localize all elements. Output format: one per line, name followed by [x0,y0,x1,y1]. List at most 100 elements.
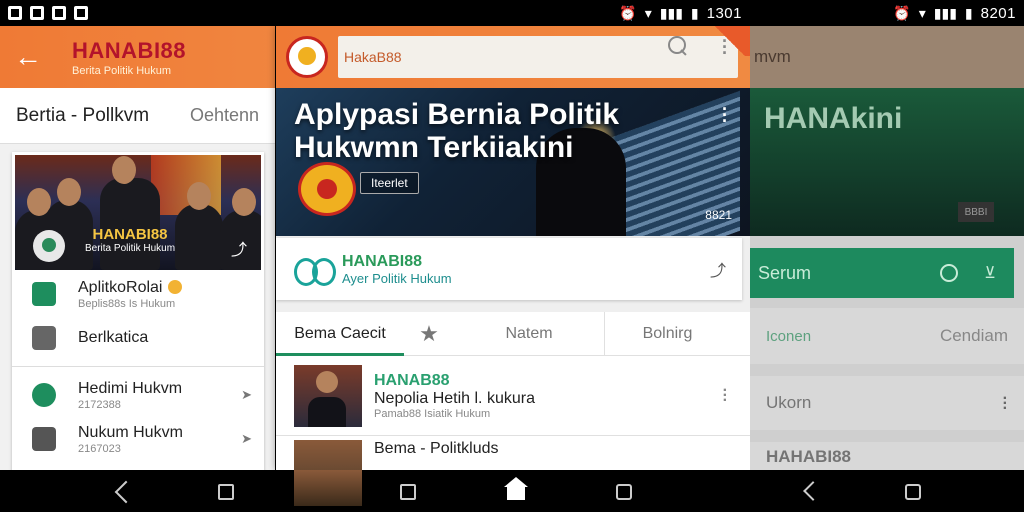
app-header: ← HANABI88 Berita Politik Hukum [0,26,275,88]
notification-icon [30,6,44,20]
status-time: 1301 [706,4,742,22]
tab-berita[interactable]: Bema Caecit [276,312,404,356]
tab-bolnirg[interactable]: Bolnirg [605,312,730,356]
nav-home-icon[interactable] [504,477,528,500]
person-figure [100,156,160,270]
battery-icon: ▮ [964,4,973,21]
chevron-icon[interactable]: ➤ [241,387,252,403]
divider [12,366,264,367]
news-thumbnail [294,440,362,470]
signal-icon: ▮▮▮ [933,4,957,21]
status-bar-right: ⏰ ▾ ▮▮▮ ▮ 8201 [750,0,1024,26]
search-icon[interactable] [940,264,958,282]
channel-name: HANABI88 [342,252,423,270]
alarm-icon: ⏰ [619,4,637,21]
bag-icon [32,282,56,306]
brand-logo: HANABI88 Berita Politik Hukum [72,38,186,77]
hero-banner[interactable]: HANAkini BBBI [750,88,1024,236]
back-arrow-icon[interactable]: ← [14,41,54,73]
list-item[interactable]: Berlkatica [12,316,264,360]
search-icon[interactable] [668,36,688,56]
chevron-icon[interactable]: ➤ [241,431,252,447]
nav-overview-icon[interactable] [400,484,416,500]
brand-subtitle: Berita Politik Hukum [72,64,172,77]
news-thumbnail [294,470,362,506]
hero-title: HANAkini [764,102,903,135]
list-item-title: Berlkatica [78,329,149,346]
list-item[interactable]: Hedimi Hukvm 2172388 ➤ [12,373,264,417]
list-item-subtitle: 2172388 [78,398,121,411]
left-panel: ← HANABI88 Berita Politik Hukum Bertia -… [0,26,275,470]
news-title: Nepolia Hetih l. kukura [374,389,535,407]
channel-subtitle: Ayer Politik Hukum [342,270,452,286]
row-label: Ukorn [766,393,812,412]
nav-recent-icon[interactable] [905,484,921,500]
hero-caption: HANABI88 Berita Politik Hukum [85,226,175,254]
list-item[interactable]: Ukorn · · · [750,376,1024,430]
nav-recent-icon[interactable] [616,484,632,500]
star-icon[interactable]: ★ [404,312,454,356]
news-item[interactable]: HANAB88 Nepolia Hetih l. kukura Pamab88 … [276,356,750,436]
list-item[interactable]: Iconen Cendiam [750,308,1024,364]
document-icon [32,427,56,451]
header-text: mvm [754,47,791,66]
search-bar-text: Serum [758,262,812,283]
avatar [33,230,65,262]
hero-tag-button[interactable]: Iteerlet [360,172,419,194]
list-item-title-text: AplitkoRolai [78,278,163,296]
nav-back-icon[interactable] [114,480,138,504]
channel-logo-icon [294,256,336,286]
doc-check-icon [32,326,56,350]
wifi-icon: ▾ [918,4,926,21]
center-panel: HakaB88 ··· Aplypasi Bernia Politik Hukw… [276,26,750,470]
tab-natem[interactable]: Natem [454,312,604,356]
news-title: Bema - Politkluds [374,440,499,457]
search-bar[interactable]: Serum ⊻ [750,248,1014,298]
news-feed: HANAB88 Nepolia Hetih l. kukura Pamab88 … [276,356,750,470]
overflow-menu-icon[interactable]: ··· [1003,390,1008,416]
hero-brand: HANABI88 [92,226,168,243]
list-item[interactable]: Nukum Hukvm 2167023 ➤ [12,417,264,461]
hero-button[interactable]: BBBI [958,202,994,222]
news-meta: Pamab88 Isiatik Hukum [374,407,491,420]
status-bar-left: ⏰ ▾ ▮▮▮ ▮ 1301 [0,0,750,26]
status-time: 8201 [980,4,1016,22]
hero-image[interactable]: HANABI88 Berita Politik Hukum ⤴ [15,155,261,270]
right-panel: mvm HANAkini BBBI Serum ⊻ Iconen Cendiam… [750,26,1024,470]
filter-icon[interactable]: ⊻ [984,263,996,283]
news-card: HANABI88 Berita Politik Hukum ⤴ AplitkoR… [12,152,264,470]
channel-card[interactable]: HANABI88 Ayer Politik Hukum ⤴ [276,238,742,300]
overflow-menu-icon[interactable]: ··· [723,383,728,409]
hero-banner[interactable]: Aplypasi Bernia Politik Hukwmn Terkiiaki… [276,88,750,236]
tab-bar: Bema Caecit ★ Natem Bolnirg [276,311,750,356]
battery-icon: ▮ [690,4,699,21]
share-icon[interactable]: ⤴ [710,257,726,281]
wifi-icon: ▾ [644,4,652,21]
badge-icon [168,280,183,295]
app-header: mvm [750,26,1024,88]
person-figure [175,182,223,270]
list-item[interactable]: HAHABI88 [750,442,1024,470]
signal-icon: ▮▮▮ [659,4,683,21]
notification-icon [52,6,66,20]
list-item-subtitle: 2167023 [78,442,121,455]
phone-icon [32,383,56,407]
alarm-icon: ⏰ [893,4,911,21]
list-item-title: Hedimi Hukvm [78,379,183,397]
list-item-title: AplitkoRolai [78,278,183,297]
brand-title: HANABI88 [72,37,187,63]
news-item[interactable]: Bema - Politkluds [276,436,750,470]
hero-count: 8821 [705,208,732,222]
notification-icon [8,6,22,20]
nav-overview-icon[interactable] [218,484,234,500]
list-item[interactable]: AplitkoRolai Beplis88s Is Hukum [12,272,264,316]
emblem-logo-icon[interactable] [286,36,328,78]
section-action-button[interactable]: Oehtenn [190,105,259,126]
share-icon[interactable]: ⤴ [231,236,247,260]
row-label: Iconen [766,327,812,345]
row-label: HAHABI88 [766,447,852,466]
overflow-menu-icon[interactable]: ··· [722,100,728,130]
nav-back-icon[interactable] [803,481,823,501]
emblem-icon [298,162,356,216]
hero-subtitle: Berita Politik Hukum [85,243,176,254]
